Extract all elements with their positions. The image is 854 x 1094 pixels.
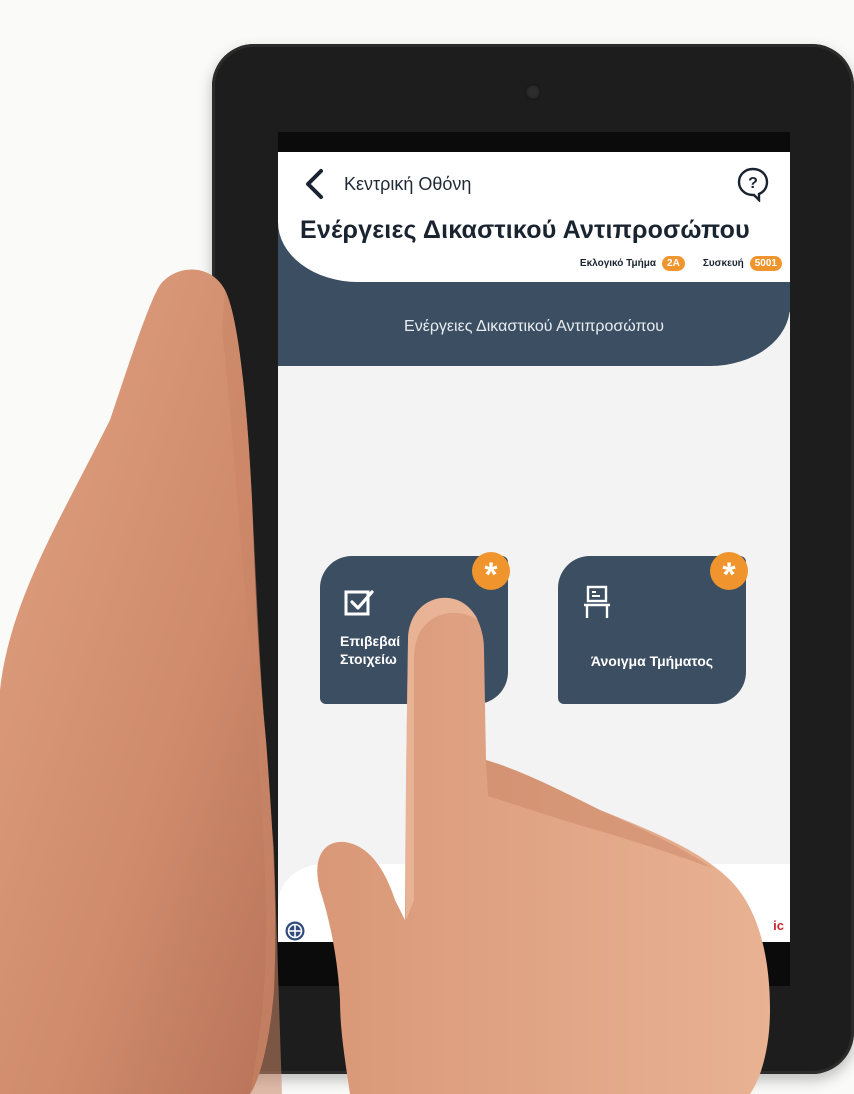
tile-confirm-details[interactable]: Επιβεβαί Στοιχείω * bbox=[320, 552, 510, 704]
tile-open-section[interactable]: Άνοιγμα Τμήματος * bbox=[558, 552, 748, 704]
device-label: Συσκευή bbox=[702, 258, 744, 269]
camera-icon bbox=[525, 84, 541, 100]
desk-board-icon bbox=[584, 585, 610, 618]
asterisk-icon: * bbox=[710, 552, 748, 592]
back-button[interactable] bbox=[300, 166, 328, 202]
section-heading: Ενέργειες Δικαστικού Αντιπροσώπου bbox=[404, 318, 664, 335]
section-label: Εκλογικό Τμήμα bbox=[579, 258, 657, 269]
section-badge: 2A bbox=[662, 256, 685, 271]
tile-label: Επιβεβαί Στοιχείω bbox=[340, 633, 401, 667]
tile-label: Άνοιγμα Τμήματος bbox=[590, 653, 714, 669]
back-label[interactable]: Κεντρική Οθόνη bbox=[344, 174, 471, 195]
checkbox-icon bbox=[344, 590, 374, 616]
asterisk-icon: * bbox=[472, 552, 510, 592]
chevron-left-icon bbox=[306, 169, 323, 199]
screen: Κεντρική Οθόνη ? Ενέργειες Δικαστικού Αν… bbox=[278, 132, 790, 986]
footer-curve bbox=[278, 864, 790, 942]
tablet-frame: Κεντρική Οθόνη ? Ενέργειες Δικαστικού Αν… bbox=[212, 44, 854, 1074]
status-row: Εκλογικό Τμήμα 2A Συσκευή 5001 bbox=[580, 256, 782, 271]
footer bbox=[278, 864, 790, 942]
device-badge: 5001 bbox=[749, 256, 782, 271]
footer-brand: ic bbox=[773, 918, 784, 933]
svg-text:?: ? bbox=[748, 175, 758, 192]
emblem-icon bbox=[285, 921, 305, 941]
page-title: Ενέργειες Δικαστικού Αντιπροσώπου bbox=[300, 216, 750, 244]
app-window: Κεντρική Οθόνη ? Ενέργειες Δικαστικού Αν… bbox=[278, 152, 790, 942]
help-icon: ? bbox=[737, 167, 769, 203]
help-button[interactable]: ? bbox=[736, 166, 770, 203]
